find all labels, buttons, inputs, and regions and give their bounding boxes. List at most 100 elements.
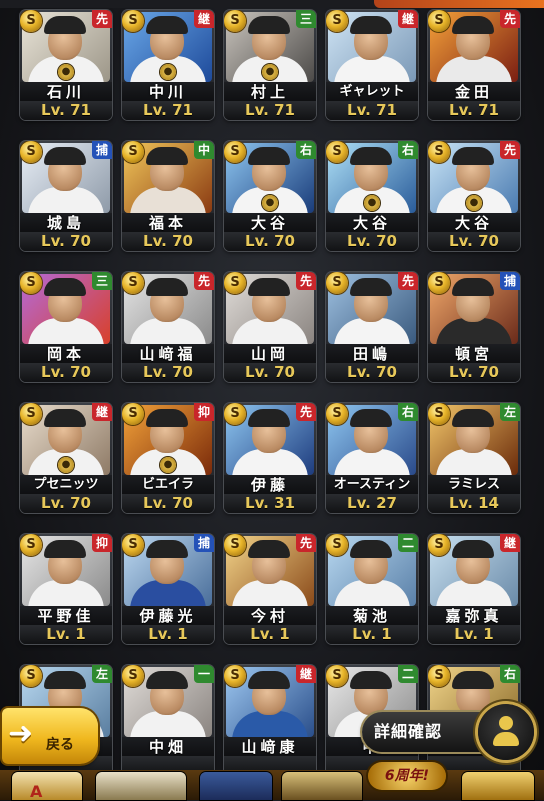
bottom-tab-5[interactable] <box>462 772 534 800</box>
player-cap <box>350 409 392 427</box>
player-cap <box>146 671 188 689</box>
position-badge: 二 <box>398 534 418 552</box>
position-badge: 継 <box>194 10 214 28</box>
person-icon-body <box>493 732 519 746</box>
player-card[interactable]: S 右オースティン Lv. 27 <box>326 403 418 513</box>
player-card[interactable]: S 先田嶋 Lv. 70 <box>326 272 418 382</box>
player-cap <box>248 671 290 689</box>
player-cap <box>146 16 188 34</box>
player-cap <box>146 147 188 165</box>
player-card[interactable]: ● S 右大谷 Lv. 70 <box>326 141 418 251</box>
position-badge: 右 <box>500 665 520 683</box>
player-level: Lv. 70 <box>122 232 214 251</box>
player-cap <box>452 409 494 427</box>
position-badge: 二 <box>398 665 418 683</box>
player-cap <box>146 409 188 427</box>
lock-icon: ● <box>58 64 74 80</box>
position-badge: 先 <box>296 272 316 290</box>
position-badge: 継 <box>296 665 316 683</box>
player-level: Lv. 70 <box>428 232 520 251</box>
player-card[interactable]: S 中福本 Lv. 70 <box>122 141 214 251</box>
bottom-tab-3[interactable] <box>200 772 272 800</box>
player-card[interactable]: S 捕頓宮 Lv. 70 <box>428 272 520 382</box>
player-cap <box>248 16 290 34</box>
player-card[interactable]: ● S 先大谷 Lv. 70 <box>428 141 520 251</box>
player-level: Lv. 70 <box>224 232 316 251</box>
position-badge: 右 <box>296 141 316 159</box>
anniversary-badge[interactable]: 6周年! <box>368 762 446 790</box>
position-badge: 先 <box>500 141 520 159</box>
position-badge: 捕 <box>194 534 214 552</box>
player-card[interactable]: S 左ラミレス Lv. 14 <box>428 403 520 513</box>
player-cap <box>44 278 86 296</box>
position-badge: 抑 <box>194 403 214 421</box>
player-cap <box>248 409 290 427</box>
player-cap <box>452 16 494 34</box>
player-level: Lv. 70 <box>20 494 112 513</box>
player-card[interactable]: S 抑平野佳 Lv. 1 <box>20 534 112 644</box>
player-card[interactable]: S 先山﨑福 Lv. 70 <box>122 272 214 382</box>
lock-icon: ● <box>160 457 176 473</box>
player-card[interactable]: ● S 抑ビエイラ Lv. 70 <box>122 403 214 513</box>
player-card[interactable]: S 先金田 Lv. 71 <box>428 10 520 120</box>
player-name: 村上 <box>224 82 316 102</box>
s-rank-icon: S <box>428 10 450 32</box>
player-card[interactable]: S 一中畑 <box>122 665 214 775</box>
position-badge: 継 <box>92 403 112 421</box>
player-name: 山﨑福 <box>122 344 214 364</box>
bottom-tab-2[interactable] <box>96 772 186 800</box>
player-name: 石川 <box>20 82 112 102</box>
lock-icon: ● <box>58 457 74 473</box>
person-icon[interactable] <box>478 704 534 760</box>
player-name: 平野佳 <box>20 606 112 626</box>
position-badge: 中 <box>194 141 214 159</box>
player-card[interactable]: ● S 先石川 Lv. 71 <box>20 10 112 120</box>
s-rank-icon: S <box>122 665 144 687</box>
player-name: 山岡 <box>224 344 316 364</box>
player-card[interactable]: ● S 継プセニッツ Lv. 70 <box>20 403 112 513</box>
player-name: 伊藤光 <box>122 606 214 626</box>
player-card[interactable]: S 先今村 Lv. 1 <box>224 534 316 644</box>
player-card[interactable]: S 二菊池 Lv. 1 <box>326 534 418 644</box>
player-cap <box>350 16 392 34</box>
player-cap <box>44 671 86 689</box>
lock-icon: ● <box>262 195 278 211</box>
back-button[interactable]: ➜ 戻る <box>2 708 98 764</box>
player-level: Lv. 27 <box>326 494 418 513</box>
player-name: オースティン <box>326 475 418 495</box>
s-rank-icon: S <box>20 141 42 163</box>
lock-icon: ● <box>364 195 380 211</box>
bottom-tab-4[interactable] <box>282 772 362 800</box>
position-badge: 先 <box>398 272 418 290</box>
s-rank-icon: S <box>20 10 42 32</box>
player-card[interactable]: S 三岡本 Lv. 70 <box>20 272 112 382</box>
player-card[interactable]: S 継ギャレット Lv. 71 <box>326 10 418 120</box>
player-card[interactable]: S 捕伊藤光 Lv. 1 <box>122 534 214 644</box>
player-card[interactable]: S 継山﨑康 <box>224 665 316 775</box>
player-card[interactable]: ● S 三村上 Lv. 71 <box>224 10 316 120</box>
position-badge: 捕 <box>500 272 520 290</box>
s-rank-icon: S <box>224 534 246 556</box>
position-badge: 三 <box>92 272 112 290</box>
position-badge: 先 <box>296 534 316 552</box>
s-rank-icon: S <box>326 403 348 425</box>
bottom-tab-1[interactable] <box>12 772 82 800</box>
player-card[interactable]: S 先伊藤 Lv. 31 <box>224 403 316 513</box>
player-level: Lv. 1 <box>122 625 214 644</box>
s-rank-icon: S <box>428 272 450 294</box>
player-level: Lv. 70 <box>20 232 112 251</box>
player-name: ラミレス <box>428 475 520 495</box>
player-name: 大谷 <box>224 213 316 233</box>
s-rank-icon: S <box>326 141 348 163</box>
player-card[interactable]: ● S 継中川 Lv. 71 <box>122 10 214 120</box>
player-card[interactable]: S 継嘉弥真 Lv. 1 <box>428 534 520 644</box>
s-rank-icon: S <box>326 534 348 556</box>
player-name: ビエイラ <box>122 475 214 495</box>
player-level: Lv. 1 <box>20 625 112 644</box>
lock-icon: ● <box>160 64 176 80</box>
player-card[interactable]: S 先山岡 Lv. 70 <box>224 272 316 382</box>
player-card[interactable]: ● S 右大谷 Lv. 70 <box>224 141 316 251</box>
player-card[interactable]: S 捕城島 Lv. 70 <box>20 141 112 251</box>
player-level: Lv. 1 <box>326 625 418 644</box>
player-name: 中川 <box>122 82 214 102</box>
